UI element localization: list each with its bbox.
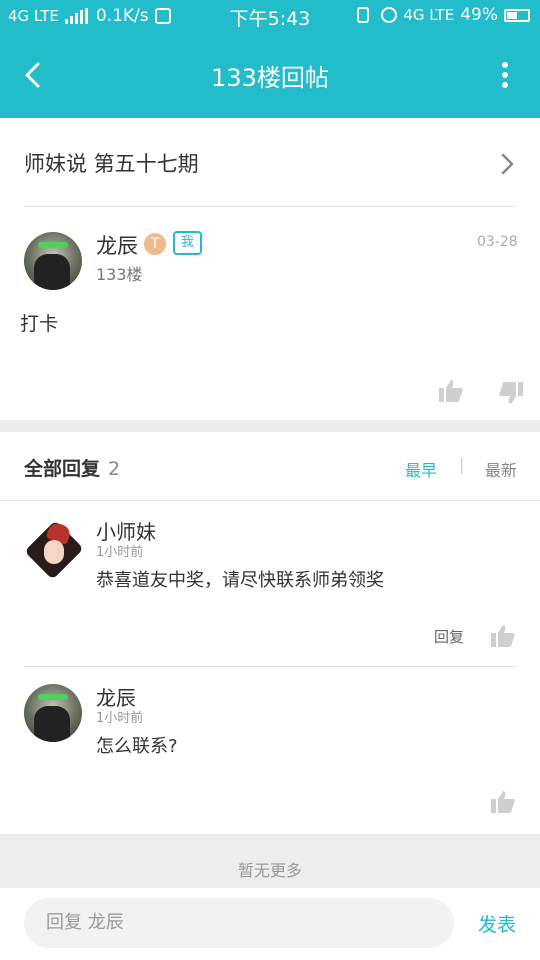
like-icon[interactable] — [438, 378, 464, 404]
battery-percent: 49% — [460, 5, 498, 25]
me-badge: 我 — [173, 231, 203, 255]
post-author-name[interactable]: 龙辰 — [96, 230, 138, 260]
all-replies-label: 全部回复 2 — [24, 454, 120, 481]
reply-time: 1小时前 — [96, 545, 144, 560]
alarm-icon — [381, 7, 398, 23]
sort-earliest-tab[interactable]: 最早 — [405, 457, 437, 481]
post-author-avatar[interactable] — [24, 232, 82, 290]
reply-count: 2 — [108, 458, 121, 480]
reply-text: 恭喜道友中奖，请尽快联系师弟领奖 — [96, 570, 384, 591]
network-label-right: 4G LTE — [403, 6, 455, 24]
like-icon[interactable] — [490, 789, 516, 815]
reply-time: 1小时前 — [96, 711, 144, 726]
publish-button[interactable]: 发表 — [478, 910, 516, 937]
page-title: 133楼回帖 — [211, 64, 329, 92]
post-floor: 133楼 — [96, 265, 143, 284]
section-gap — [0, 420, 540, 432]
reply-button[interactable]: 回复 — [434, 626, 464, 647]
post-date: 03-28 — [477, 234, 518, 250]
status-bar: 4G LTE 0.1K/s 下午5:43 4G LTE 49% — [0, 0, 540, 34]
battery-saver-icon — [357, 7, 370, 23]
reply-author-avatar[interactable] — [24, 684, 82, 742]
status-right: 4G LTE 49% — [351, 5, 530, 25]
divider — [24, 206, 516, 207]
thread-title: 师妹说 第五十七期 — [24, 152, 199, 176]
thread-link[interactable]: 师妹说 第五十七期 — [0, 118, 540, 206]
divider — [24, 666, 516, 667]
more-options-icon[interactable] — [500, 60, 510, 90]
divider — [0, 500, 540, 501]
dislike-icon[interactable] — [498, 380, 524, 406]
post-body: 打卡 — [20, 313, 59, 335]
chevron-right-icon — [501, 153, 514, 175]
no-more-text: 暂无更多 — [237, 861, 302, 880]
reply-text: 怎么联系? — [96, 736, 178, 757]
sort-latest-tab[interactable]: 最新 — [485, 457, 517, 481]
like-icon[interactable] — [490, 623, 516, 649]
level-badge: T — [144, 233, 166, 255]
sort-separator: | — [459, 455, 465, 474]
reply-author-avatar[interactable] — [24, 520, 84, 580]
reply-input[interactable]: 回复 龙辰 — [24, 898, 454, 948]
battery-icon — [504, 8, 530, 22]
all-replies-title: 全部回复 — [24, 458, 101, 480]
nav-bar: 133楼回帖 — [0, 34, 540, 118]
